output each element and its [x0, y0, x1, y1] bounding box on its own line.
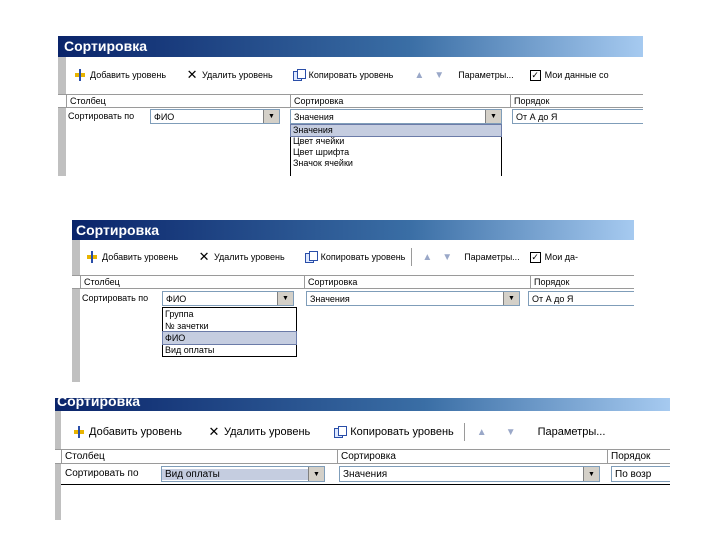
sort-by-label: Сортировать по — [68, 111, 135, 121]
delete-level-button[interactable]: ✕ Удалить уровень — [198, 249, 285, 264]
list-item[interactable]: Значения — [290, 124, 502, 137]
header-sort: Сортировка — [290, 95, 510, 107]
delete-level-button[interactable]: ✕ Удалить уровень — [186, 67, 273, 82]
copy-level-button[interactable]: Копировать уровень — [334, 426, 454, 438]
add-level-button[interactable]: Добавить уровень — [74, 69, 166, 81]
column-combo[interactable]: Вид оплаты ▼ — [161, 466, 325, 482]
header-column: Столбец — [66, 95, 290, 107]
sort-by-label: Сортировать по — [82, 293, 149, 303]
my-data-headers-checkbox[interactable]: ✓ Мои данные со — [529, 69, 609, 81]
copy-icon — [292, 69, 306, 81]
add-level-icon — [74, 69, 86, 81]
add-level-button[interactable]: Добавить уровень — [73, 426, 182, 438]
list-item[interactable]: Значок ячейки — [291, 158, 501, 169]
list-item[interactable]: ФИО — [162, 331, 297, 345]
sort-dialog-3: Сортировка Добавить уровень ✕ Удалить уро… — [55, 398, 670, 520]
dropdown-arrow-icon[interactable]: ▼ — [308, 467, 324, 481]
order-combo[interactable]: От А до Я — [528, 291, 634, 306]
dialog-title: Сортировка — [58, 36, 643, 57]
move-down-arrow-icon[interactable]: ▼ — [434, 70, 444, 81]
sort-on-combo[interactable]: Значения ▼ — [306, 291, 520, 306]
sort-dialog-1: Сортировка Добавить уровень ✕ Удалить уро… — [58, 36, 643, 176]
sort-by-label: Сортировать по — [65, 467, 139, 479]
header-column: Столбец — [61, 450, 337, 463]
my-data-headers-checkbox[interactable]: ✓ Мои да- — [529, 251, 578, 263]
list-item[interactable]: № зачетки — [163, 320, 296, 332]
header-sort: Сортировка — [337, 450, 607, 463]
column-headers: Столбец Сортировка Порядок — [55, 449, 670, 464]
dropdown-arrow-icon[interactable]: ▼ — [277, 292, 293, 305]
row-divider — [61, 484, 670, 485]
options-button[interactable]: Параметры... — [464, 252, 519, 262]
copy-icon — [334, 426, 348, 438]
move-up-arrow-icon[interactable]: ▲ — [477, 427, 487, 438]
header-column: Столбец — [80, 276, 304, 288]
move-down-arrow-icon[interactable]: ▼ — [442, 252, 452, 263]
add-level-button[interactable]: Добавить уровень — [86, 251, 178, 263]
dropdown-arrow-icon[interactable]: ▼ — [503, 292, 519, 305]
sort-dialog-2: Сортировка Добавить уровень ✕ Удалить уро… — [72, 220, 634, 382]
delete-x-icon: ✕ — [198, 249, 210, 264]
header-order: Порядок — [510, 95, 643, 107]
column-headers: Столбец Сортировка Порядок — [58, 94, 643, 108]
list-item[interactable]: Цвет шрифта — [291, 147, 501, 158]
list-item[interactable]: Цвет ячейки — [291, 136, 501, 147]
add-level-icon — [86, 251, 98, 263]
move-up-arrow-icon[interactable]: ▲ — [422, 252, 432, 263]
column-headers: Столбец Сортировка Порядок — [72, 275, 634, 289]
sort-on-combo[interactable]: Значения ▼ — [290, 109, 502, 124]
move-down-arrow-icon[interactable]: ▼ — [506, 427, 516, 438]
sort-row: Сортировать по Вид оплаты ▼ Значения ▼ По … — [55, 464, 670, 484]
add-level-icon — [73, 426, 85, 438]
options-button[interactable]: Параметры... — [538, 426, 606, 438]
header-order: Порядок — [607, 450, 670, 463]
toolbar: Добавить уровень ✕ Удалить уровень Копиро… — [72, 248, 634, 266]
copy-icon — [304, 251, 318, 263]
delete-x-icon: ✕ — [208, 424, 220, 439]
delete-level-button[interactable]: ✕ Удалить уровень — [208, 424, 310, 439]
move-up-arrow-icon[interactable]: ▲ — [414, 70, 424, 81]
sort-row: Сортировать по ФИО ▼ Значения ▼ От А до Я — [72, 289, 634, 307]
sort-on-combo[interactable]: Значения ▼ — [339, 466, 600, 482]
toolbar-separator — [463, 423, 465, 441]
copy-level-button[interactable]: Копировать уровень — [304, 251, 405, 263]
toolbar: Добавить уровень ✕ Удалить уровень Копиро… — [55, 422, 670, 442]
dropdown-arrow-icon[interactable]: ▼ — [583, 467, 599, 481]
header-order: Порядок — [530, 276, 634, 288]
delete-x-icon: ✕ — [186, 67, 198, 82]
dialog-title: Сортировка — [55, 398, 670, 411]
dropdown-arrow-icon[interactable]: ▼ — [263, 110, 279, 123]
column-dropdown-list: Группа № зачетки ФИО Вид оплаты — [162, 307, 297, 357]
order-combo[interactable]: От А до Я — [512, 109, 643, 124]
list-item[interactable]: Вид оплаты — [163, 344, 296, 356]
list-item[interactable]: Группа — [163, 308, 296, 320]
copy-level-button[interactable]: Копировать уровень — [292, 69, 393, 81]
column-combo[interactable]: ФИО ▼ — [150, 109, 280, 124]
header-sort: Сортировка — [304, 276, 530, 288]
order-combo[interactable]: По возр — [611, 466, 670, 482]
toolbar-separator — [411, 248, 413, 266]
column-combo[interactable]: ФИО ▼ — [162, 291, 294, 306]
dropdown-arrow-icon[interactable]: ▼ — [485, 110, 501, 123]
checkbox-checked-icon: ✓ — [529, 251, 541, 263]
sort-row: Сортировать по ФИО ▼ Значения ▼ От А до Я — [58, 108, 643, 124]
checkbox-checked-icon: ✓ — [529, 69, 541, 81]
options-button[interactable]: Параметры... — [458, 70, 513, 80]
sort-on-dropdown-list: Значения Цвет ячейки Цвет шрифта Значок … — [290, 124, 502, 176]
toolbar: Добавить уровень ✕ Удалить уровень Копиро… — [58, 67, 643, 83]
dialog-title: Сортировка — [72, 220, 634, 240]
